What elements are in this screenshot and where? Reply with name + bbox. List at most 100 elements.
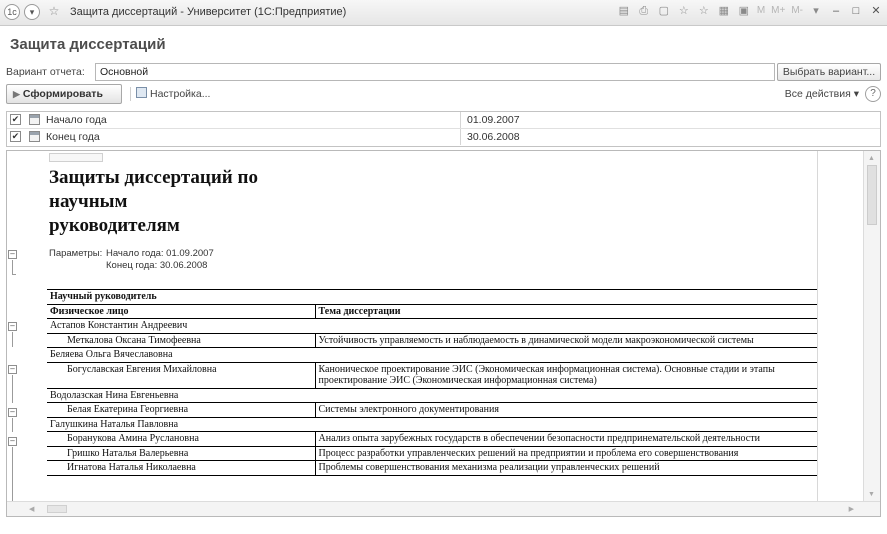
save-icon[interactable]: ▤ xyxy=(617,4,631,18)
help-icon[interactable]: ? xyxy=(865,86,881,102)
outline-tick xyxy=(12,274,16,275)
star-icon[interactable]: ☆ xyxy=(46,4,62,20)
close-icon[interactable]: ✕ xyxy=(869,4,883,18)
dropdown-icon[interactable]: ▾ xyxy=(809,4,823,18)
param-row: ✔ Начало года 01.09.2007 xyxy=(7,112,880,129)
group-row[interactable]: Водолазская Нина Евгеньевна xyxy=(47,388,817,403)
app-menu-icon[interactable]: 1c xyxy=(4,4,20,20)
collapse-icon[interactable]: – xyxy=(8,437,17,446)
title-bar: 1c ▾ ☆ Защита диссертаций - Университет … xyxy=(0,0,887,26)
supervisor-cell: Беляева Ольга Вячеславовна xyxy=(47,347,817,363)
topic-cell: Системы электронного документирования xyxy=(315,402,817,418)
parameters-panel: ✔ Начало года 01.09.2007 ✔ Конец года 30… xyxy=(6,111,881,147)
topic-cell: Устойчивость управляемость и наблюдаемос… xyxy=(315,333,817,348)
topic-cell: Каноническое проектирование ЭИС (Экономи… xyxy=(315,362,817,389)
topic-cell: Проблемы совершенствования механизма реа… xyxy=(315,460,817,476)
all-actions-menu[interactable]: Все действия ▾ xyxy=(785,88,859,100)
param-checkbox[interactable]: ✔ xyxy=(10,114,21,125)
param-value[interactable]: 30.06.2008 xyxy=(460,129,526,145)
report-title-line: Защиты диссертаций по xyxy=(49,167,258,188)
print-icon[interactable]: ⎙ xyxy=(637,4,651,18)
report-title-line: научным xyxy=(49,191,128,212)
settings-label: Настройка... xyxy=(150,88,211,100)
table-row[interactable]: Богуславская Евгения Михайловна Канониче… xyxy=(47,362,817,389)
calculator-icon[interactable]: ▦ xyxy=(717,4,731,18)
column-header-person: Физическое лицо xyxy=(47,304,316,319)
outline-line xyxy=(12,418,13,432)
outline-line xyxy=(12,332,13,347)
chevron-down-icon[interactable]: ▾ xyxy=(24,4,40,20)
favorites-list-icon[interactable]: ☆ xyxy=(697,4,711,18)
scroll-down-icon[interactable]: ▼ xyxy=(868,491,875,498)
report-params-label: Параметры: xyxy=(49,248,103,259)
minimize-icon[interactable]: – xyxy=(829,4,843,18)
collapse-icon[interactable]: – xyxy=(8,322,17,331)
window-toolbar: ▤ ⎙ ▢ ☆ ☆ ▦ ▣ M M+ M- ▾ – □ ✕ xyxy=(617,4,883,18)
choose-variant-button[interactable]: Выбрать вариант... xyxy=(777,63,881,81)
report-param-end: Конец года: 30.06.2008 xyxy=(106,260,208,271)
memory-m-button[interactable]: M xyxy=(757,4,765,18)
report-param-start: Начало года: 01.09.2007 xyxy=(106,248,214,259)
person-cell: Богуславская Евгения Михайловна xyxy=(47,362,316,389)
grid-line xyxy=(817,151,818,502)
group-row[interactable]: Беляева Ольга Вячеславовна xyxy=(47,347,817,363)
group-row[interactable]: Галушкина Наталья Павловна xyxy=(47,417,817,432)
scroll-up-icon[interactable]: ▲ xyxy=(868,155,875,162)
table-row[interactable]: Игнатова Наталья Николаевна Проблемы сов… xyxy=(47,460,817,476)
variant-field[interactable]: Основной xyxy=(95,63,775,81)
person-cell: Гришко Наталья Валерьевна xyxy=(47,446,316,461)
calendar-icon xyxy=(29,114,40,125)
scroll-thumb[interactable] xyxy=(867,165,877,225)
table-row[interactable]: Белая Екатерина Георгиевна Системы элект… xyxy=(47,402,817,418)
supervisor-cell: Галушкина Наталья Павловна xyxy=(47,417,817,432)
scroll-right-icon[interactable]: ▶ xyxy=(849,505,854,513)
table-header-group: Научный руководитель xyxy=(47,289,817,305)
scroll-thumb[interactable] xyxy=(47,505,67,513)
person-cell: Белая Екатерина Георгиевна xyxy=(47,402,316,418)
param-label: Начало года xyxy=(46,114,107,126)
preview-icon[interactable]: ▢ xyxy=(657,4,671,18)
table-row[interactable]: Меткалова Оксана Тимофеевна Устойчивость… xyxy=(47,333,817,348)
report-header-cell xyxy=(49,153,103,162)
settings-icon xyxy=(136,87,147,98)
vertical-scrollbar[interactable]: ▲ ▼ xyxy=(863,151,880,502)
param-row: ✔ Конец года 30.06.2008 xyxy=(7,129,880,146)
scroll-left-icon[interactable]: ◀ xyxy=(29,505,34,513)
group-row[interactable]: Астапов Константин Андреевич xyxy=(47,318,817,334)
separator xyxy=(130,87,131,101)
topic-cell: Анализ опыта зарубежных государств в обе… xyxy=(315,431,817,447)
report-title-line: руководителям xyxy=(49,215,180,236)
horizontal-scrollbar[interactable]: ◀ ▶ xyxy=(7,501,880,516)
variant-label: Вариант отчета: xyxy=(6,66,85,78)
topic-cell: Процесс разработки управленческих решени… xyxy=(315,446,817,461)
calendar-icon xyxy=(29,131,40,142)
collapse-icon[interactable]: – xyxy=(8,408,17,417)
report-parameters: Параметры: Начало года: 01.09.2007 Конец … xyxy=(49,248,214,272)
column-header-topic: Тема диссертации xyxy=(315,304,817,319)
command-bar: ▶ Сформировать Настройка... Все действия … xyxy=(6,84,881,106)
maximize-icon[interactable]: □ xyxy=(849,4,863,18)
report-variant-row: Вариант отчета: Основной Выбрать вариант… xyxy=(6,63,881,81)
supervisor-cell: Астапов Константин Андреевич xyxy=(47,318,817,334)
outline-line xyxy=(12,375,13,403)
outline-line xyxy=(12,447,13,502)
report-document[interactable]: – – – – – Защиты диссертаций по научным … xyxy=(6,150,881,517)
calendar-icon[interactable]: ▣ xyxy=(737,4,751,18)
generate-button[interactable]: ▶ Сформировать xyxy=(6,84,122,104)
person-cell: Боранукова Амина Руслановна xyxy=(47,431,316,447)
play-icon: ▶ xyxy=(13,89,20,99)
person-cell: Игнатова Наталья Николаевна xyxy=(47,460,316,476)
param-checkbox[interactable]: ✔ xyxy=(10,131,21,142)
report-content: – – – – – Защиты диссертаций по научным … xyxy=(7,151,864,502)
table-header-row: Физическое лицо Тема диссертации xyxy=(47,304,817,319)
memory-m-plus-button[interactable]: M+ xyxy=(771,4,785,18)
favorite-icon[interactable]: ☆ xyxy=(677,4,691,18)
collapse-icon[interactable]: – xyxy=(8,250,17,259)
param-label: Конец года xyxy=(46,131,100,143)
settings-button[interactable]: Настройка... xyxy=(136,87,210,100)
table-row[interactable]: Гришко Наталья Валерьевна Процесс разраб… xyxy=(47,446,817,461)
memory-m-minus-button[interactable]: M- xyxy=(791,4,803,18)
table-row[interactable]: Боранукова Амина Руслановна Анализ опыта… xyxy=(47,431,817,447)
collapse-icon[interactable]: – xyxy=(8,365,17,374)
param-value[interactable]: 01.09.2007 xyxy=(460,112,526,128)
